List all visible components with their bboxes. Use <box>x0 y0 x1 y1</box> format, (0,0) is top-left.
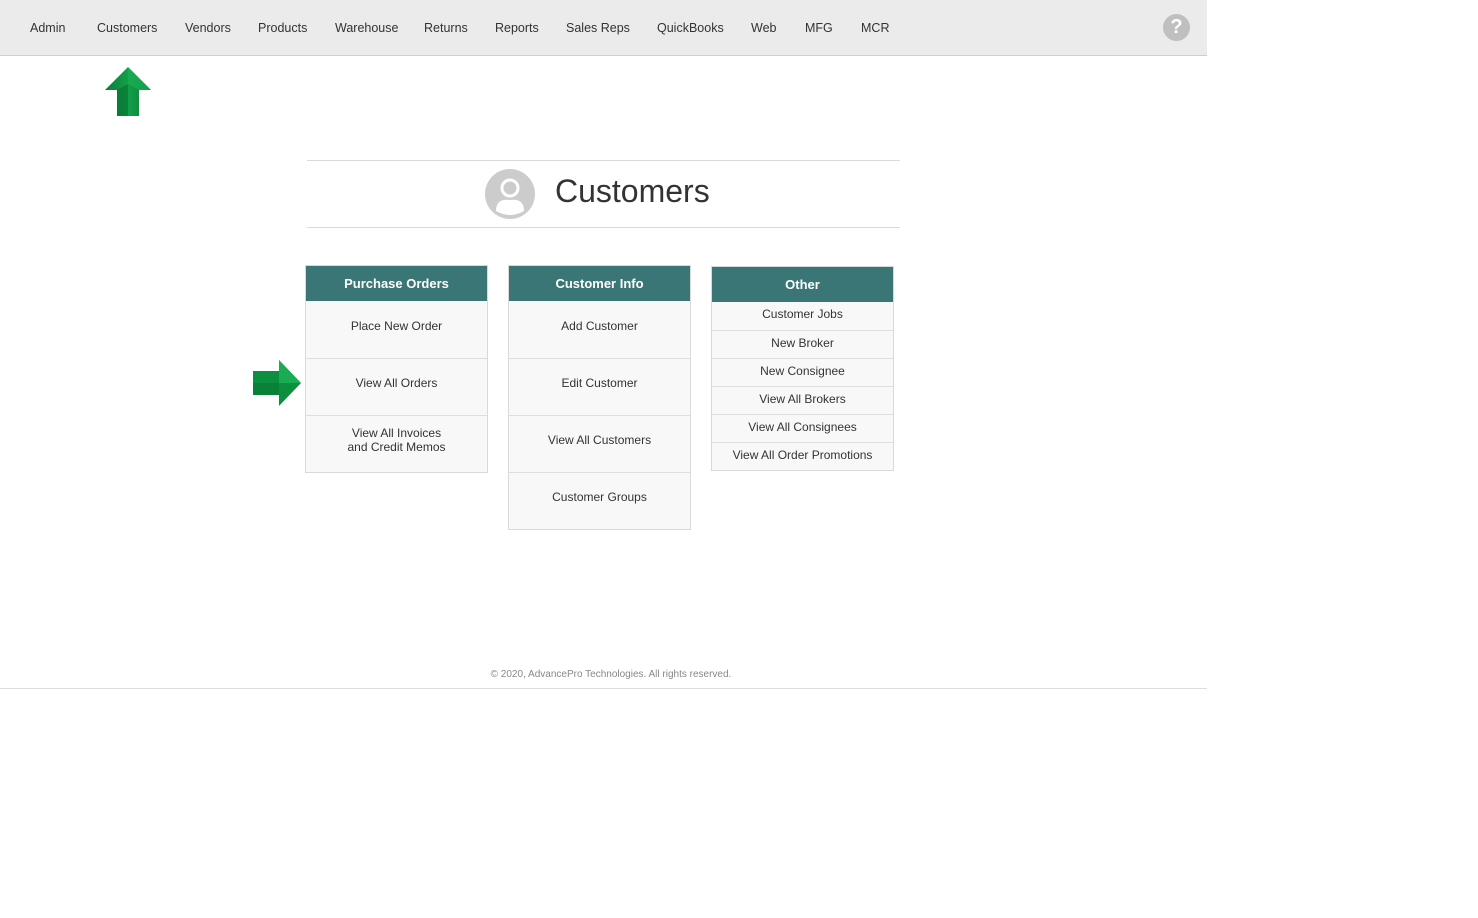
nav-mfg[interactable]: MFG <box>805 21 833 35</box>
nav-quickbooks[interactable]: QuickBooks <box>657 21 724 35</box>
link-label: Customer Groups <box>552 490 647 504</box>
link-label: New Broker <box>771 335 834 350</box>
page-header: Customers <box>307 160 900 228</box>
green-arrow-up-icon <box>105 67 151 116</box>
top-nav-bar: Admin Customers Vendors Products Warehou… <box>0 0 1207 56</box>
link-label: Edit Customer <box>561 376 638 390</box>
nav-reports[interactable]: Reports <box>495 21 539 35</box>
help-icon[interactable]: ? <box>1163 14 1190 41</box>
nav-products[interactable]: Products <box>258 21 307 35</box>
panel-customer-info: Customer Info Add Customer Edit Customer… <box>508 265 691 530</box>
place-new-order-link[interactable]: Place New Order <box>306 301 487 358</box>
nav-returns[interactable]: Returns <box>424 21 468 35</box>
panel-header: Customer Info <box>509 266 690 301</box>
user-avatar-icon <box>485 169 535 219</box>
panel-header: Other <box>712 267 893 302</box>
link-label: View All Orders <box>355 376 438 390</box>
link-label: View All Consignees <box>748 419 857 434</box>
panel-header: Purchase Orders <box>306 266 487 301</box>
nav-vendors[interactable]: Vendors <box>185 21 231 35</box>
nav-sales-reps[interactable]: Sales Reps <box>566 21 630 35</box>
green-arrow-right-icon <box>253 360 301 406</box>
nav-mcr[interactable]: MCR <box>861 21 889 35</box>
view-all-orders-link[interactable]: View All Orders <box>306 358 487 415</box>
nav-admin[interactable]: Admin <box>30 21 65 35</box>
footer-copyright: © 2020, AdvancePro Technologies. All rig… <box>490 669 732 680</box>
edit-customer-link[interactable]: Edit Customer <box>509 358 690 415</box>
panel-purchase-orders: Purchase Orders Place New Order View All… <box>305 265 488 473</box>
link-label: Add Customer <box>561 318 638 333</box>
nav-web[interactable]: Web <box>751 21 776 35</box>
nav-warehouse[interactable]: Warehouse <box>335 21 398 35</box>
view-all-order-promotions-link[interactable]: View All Order Promotions <box>712 442 893 470</box>
customer-groups-link[interactable]: Customer Groups <box>509 472 690 529</box>
panel-other: Other Customer Jobs New Broker New Consi… <box>711 266 894 471</box>
link-label: View All Invoices and Credit Memos <box>347 426 446 454</box>
link-label: Place New Order <box>350 318 443 333</box>
footer-divider <box>0 688 1207 689</box>
customer-jobs-link[interactable]: Customer Jobs <box>712 302 893 330</box>
new-broker-link[interactable]: New Broker <box>712 330 893 358</box>
page-title: Customers <box>555 173 710 209</box>
new-consignee-link[interactable]: New Consignee <box>712 358 893 386</box>
link-label: View All Order Promotions <box>732 447 873 462</box>
link-label: New Consignee <box>760 363 845 378</box>
nav-customers[interactable]: Customers <box>97 21 157 35</box>
view-all-customers-link[interactable]: View All Customers <box>509 415 690 472</box>
view-all-invoices-link[interactable]: View All Invoices and Credit Memos <box>306 415 487 472</box>
link-label: Customer Jobs <box>762 307 843 321</box>
view-all-brokers-link[interactable]: View All Brokers <box>712 386 893 414</box>
add-customer-link[interactable]: Add Customer <box>509 301 690 358</box>
link-label: View All Customers <box>547 433 652 447</box>
link-label: View All Brokers <box>759 391 846 406</box>
view-all-consignees-link[interactable]: View All Consignees <box>712 414 893 442</box>
